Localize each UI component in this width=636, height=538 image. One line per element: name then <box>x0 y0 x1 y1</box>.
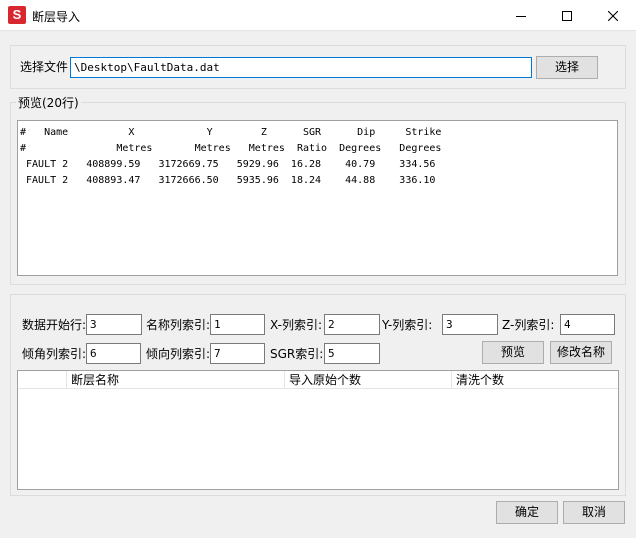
file-label: 选择文件 <box>20 60 69 74</box>
start-row-input[interactable]: 3 <box>86 314 142 335</box>
maximize-icon <box>562 10 572 21</box>
minimize-icon <box>516 15 526 17</box>
dip-col-input[interactable]: 6 <box>86 343 141 364</box>
z-col-label: Z-列索引: <box>502 318 555 332</box>
x-col-input[interactable]: 2 <box>324 314 380 335</box>
maximize-button[interactable] <box>544 0 590 31</box>
column-header-index[interactable] <box>18 371 67 389</box>
close-button[interactable] <box>590 0 636 31</box>
y-col-label: Y-列索引: <box>382 318 433 332</box>
strike-col-input[interactable]: 7 <box>210 343 265 364</box>
cancel-button[interactable]: 取消 <box>563 501 625 524</box>
app-logo-icon: S <box>8 6 26 24</box>
dip-col-label: 倾角列索引: <box>22 347 87 361</box>
strike-col-label: 倾向列索引: <box>146 347 211 361</box>
z-col-input[interactable]: 4 <box>560 314 615 335</box>
window-title: 断层导入 <box>32 10 81 24</box>
column-header-clean-count[interactable]: 清洗个数 <box>452 371 618 389</box>
preview-text: # Name X Y Z SGR Dip Strike # Metres Met… <box>20 127 442 186</box>
ok-button[interactable]: 确定 <box>496 501 558 524</box>
close-icon <box>608 10 618 21</box>
name-col-input[interactable]: 1 <box>210 314 265 335</box>
preview-button[interactable]: 预览 <box>482 341 544 364</box>
minimize-button[interactable] <box>498 0 544 31</box>
fault-list-header: 断层名称 导入原始个数 清洗个数 <box>18 371 618 389</box>
sgr-col-label: SGR索引: <box>270 347 324 361</box>
name-col-label: 名称列索引: <box>146 318 211 332</box>
column-header-fault-name[interactable]: 断层名称 <box>67 371 285 389</box>
rename-button[interactable]: 修改名称 <box>550 341 612 364</box>
file-path-input[interactable]: \Desktop\FaultData.dat <box>70 57 532 78</box>
start-row-label: 数据开始行: <box>22 318 87 332</box>
preview-textarea[interactable]: # Name X Y Z SGR Dip Strike # Metres Met… <box>17 120 618 276</box>
title-bar: S 断层导入 <box>0 0 636 31</box>
column-header-raw-count[interactable]: 导入原始个数 <box>285 371 452 389</box>
x-col-label: X-列索引: <box>270 318 322 332</box>
preview-group-title: 预览(20行) <box>16 95 81 111</box>
sgr-col-input[interactable]: 5 <box>324 343 380 364</box>
fault-list[interactable]: 断层名称 导入原始个数 清洗个数 <box>17 370 619 490</box>
y-col-input[interactable]: 3 <box>442 314 498 335</box>
browse-button[interactable]: 选择 <box>536 56 598 79</box>
